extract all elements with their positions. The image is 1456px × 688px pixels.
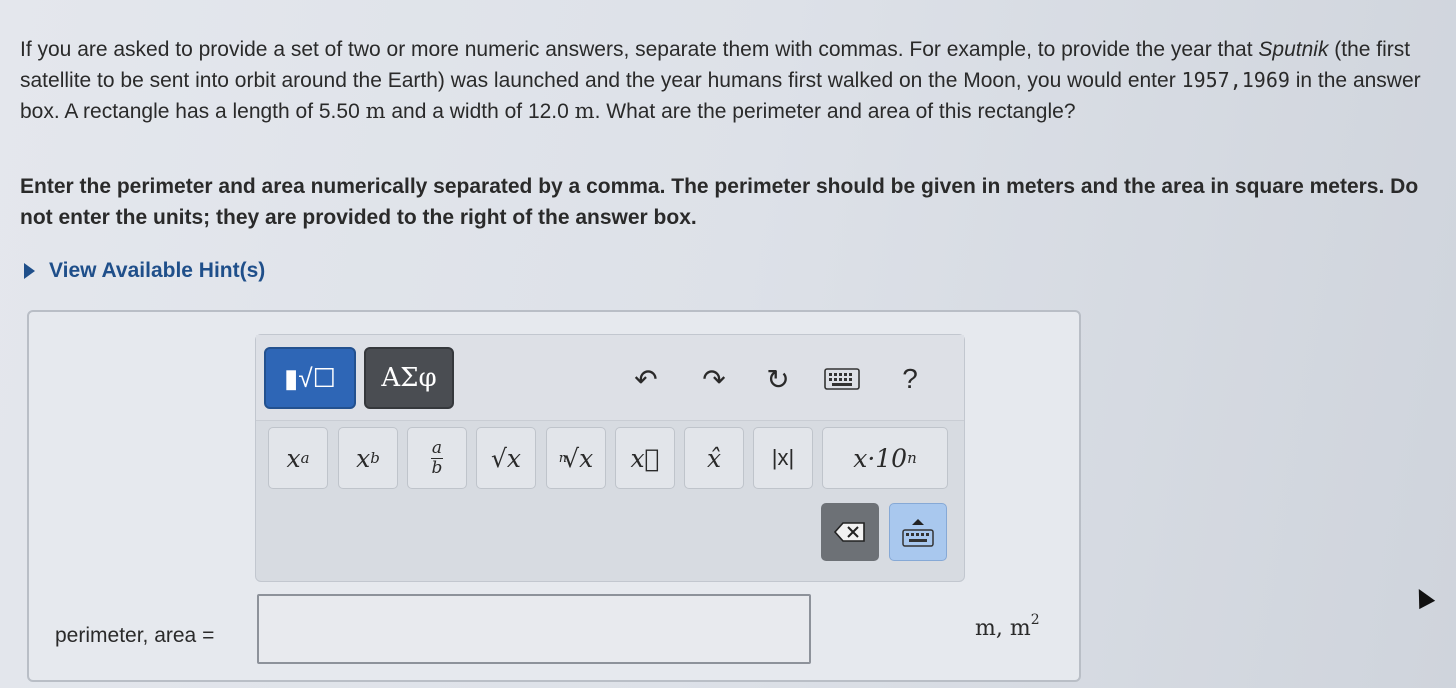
- vector-key[interactable]: x⃗: [615, 427, 675, 489]
- redo-icon: ↷: [702, 363, 726, 395]
- fraction-key[interactable]: a b: [407, 427, 467, 489]
- keyboard-toggle-button[interactable]: [889, 503, 947, 561]
- keyboard-shortcuts-button[interactable]: [822, 359, 862, 399]
- unit-vector-icon: x̂: [706, 443, 722, 473]
- units-main: m, m: [975, 616, 1031, 641]
- answer-label: perimeter, area =: [55, 624, 215, 647]
- question-text: If you are asked to provide a set of two…: [20, 34, 1440, 127]
- fraction-denominator: b: [431, 457, 443, 478]
- reset-button[interactable]: ↻: [758, 359, 798, 399]
- expand-triangle-icon: [24, 263, 35, 279]
- question-part4: and a width of 12.0: [385, 100, 575, 123]
- power-exponent: a: [300, 449, 310, 467]
- undo-icon: ↶: [634, 363, 658, 395]
- answer-panel: ▮√☐ ΑΣφ ↶ ↷ ↻ ? x a x b a b √x n √x x⃗ x…: [27, 310, 1081, 682]
- scientific-notation-icon: x·10: [853, 443, 908, 473]
- keyboard-icon: [902, 528, 934, 547]
- unit-m-length: m: [365, 99, 386, 123]
- math-toolbar: ▮√☐ ΑΣφ ↶ ↷ ↻ ? x a x b a b √x n √x x⃗ x…: [255, 334, 965, 582]
- subscript-base: x: [356, 443, 371, 473]
- symbols-mode-button[interactable]: ΑΣφ: [364, 347, 454, 409]
- backspace-button[interactable]: [821, 503, 879, 561]
- backspace-icon: [833, 522, 865, 542]
- templates-mode-button[interactable]: ▮√☐: [264, 347, 356, 409]
- vector-icon: x⃗: [630, 443, 660, 473]
- instruction-text: Enter the perimeter and area numerically…: [20, 175, 1419, 229]
- templates-icon: ▮√☐: [284, 362, 336, 393]
- sqrt-key[interactable]: √x: [476, 427, 536, 489]
- question-part1: If you are asked to provide a set of two…: [20, 38, 1259, 61]
- answer-input[interactable]: [257, 594, 811, 664]
- symbols-label: ΑΣφ: [381, 363, 437, 393]
- question-part5: . What are the perimeter and area of thi…: [594, 100, 1076, 123]
- redo-button[interactable]: ↷: [694, 359, 734, 399]
- scientific-notation-exp: n: [907, 449, 917, 467]
- view-hints-link[interactable]: View Available Hint(s): [24, 259, 265, 283]
- view-hints-label: View Available Hint(s): [49, 259, 266, 282]
- units-superscript: 2: [1030, 612, 1040, 628]
- sputnik-text: Sputnik: [1258, 38, 1329, 61]
- absolute-value-icon: |x|: [771, 445, 795, 470]
- power-base: x: [286, 443, 301, 473]
- answer-units: m, m2: [975, 612, 1040, 641]
- nth-root-icon: √x: [563, 443, 594, 473]
- unit-m-width: m: [574, 99, 595, 123]
- power-key[interactable]: xa: [268, 427, 328, 489]
- undo-button[interactable]: ↶: [626, 359, 666, 399]
- scientific-notation-key[interactable]: x·10 n: [822, 427, 948, 489]
- unit-vector-key[interactable]: x̂: [684, 427, 744, 489]
- keyboard-icon: [824, 368, 860, 390]
- sqrt-icon: √x: [490, 443, 522, 473]
- page: If you are asked to provide a set of two…: [0, 0, 1456, 688]
- absolute-value-key[interactable]: |x|: [753, 427, 813, 489]
- example-answer: 1957,1969: [1181, 68, 1290, 92]
- fraction-icon: a b: [431, 437, 443, 478]
- caret-up-icon: [912, 518, 924, 525]
- help-icon: ?: [902, 363, 918, 394]
- reset-icon: ↻: [766, 363, 790, 395]
- subscript-sub: b: [370, 449, 380, 467]
- nth-root-key[interactable]: n √x: [546, 427, 606, 489]
- help-button[interactable]: ?: [890, 359, 930, 399]
- subscript-key[interactable]: xb: [338, 427, 398, 489]
- mouse-cursor-icon: [1410, 584, 1436, 610]
- fraction-numerator: a: [431, 437, 443, 458]
